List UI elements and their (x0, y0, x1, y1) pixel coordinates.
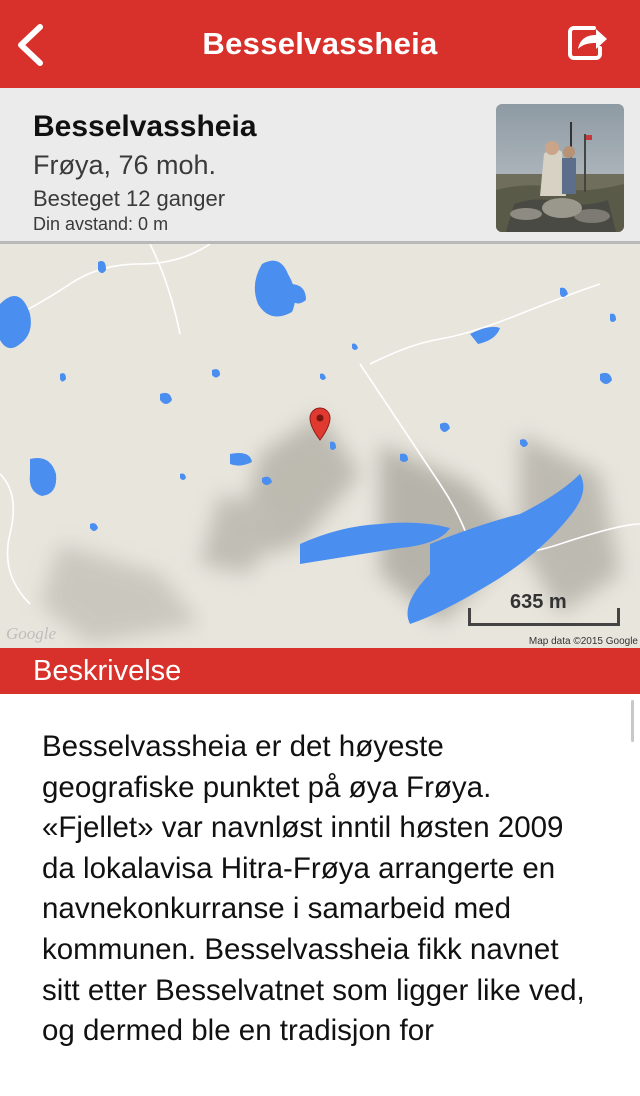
map-data-credit[interactable]: Map data ©2015 Google (529, 636, 638, 647)
scroll-indicator[interactable] (631, 700, 634, 742)
map-canvas (0, 244, 640, 648)
page-title: Besselvassheia (202, 26, 438, 61)
peak-location: Frøya, 76 moh. (33, 150, 217, 180)
distance-label: Din avstand: 0 m (33, 214, 169, 234)
description-header: Beskrivelse (33, 655, 182, 687)
map-view[interactable] (0, 244, 640, 648)
map-scale-bar (468, 608, 620, 626)
back-button[interactable] (14, 24, 50, 66)
climbed-count: Besteget 12 ganger (33, 186, 226, 211)
description-text: Besselvassheia er det høyeste geografisk… (42, 730, 585, 1048)
chevron-left-icon (18, 24, 43, 66)
peak-photo[interactable] (496, 104, 624, 232)
description-header-bar: Beskrivelse (0, 648, 640, 694)
share-button[interactable] (566, 22, 610, 62)
share-icon (568, 26, 607, 60)
peak-photo-image (496, 104, 624, 232)
nav-bar: Besselvassheia (0, 0, 640, 88)
google-logo: Google (6, 624, 57, 643)
peak-name: Besselvassheia (33, 110, 257, 143)
